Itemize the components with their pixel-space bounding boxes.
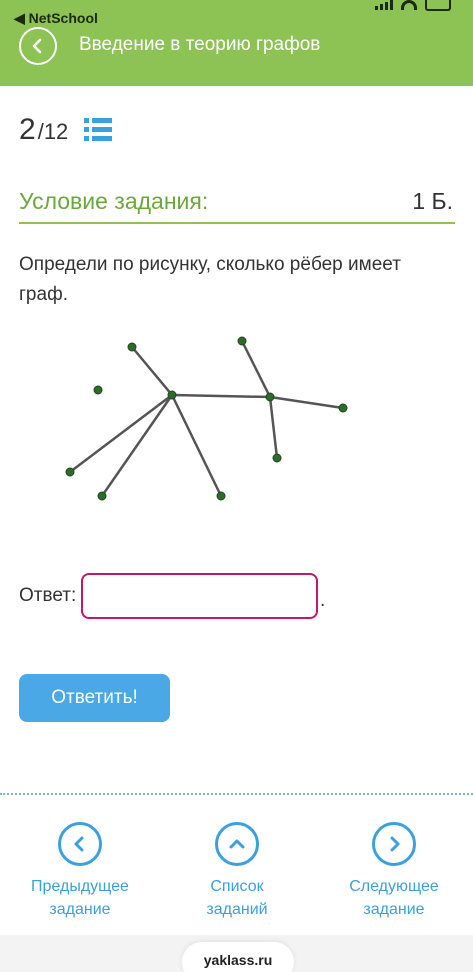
chevron-left-icon bbox=[74, 836, 84, 852]
graph-figure bbox=[65, 336, 348, 501]
task-list-button[interactable]: Список заданий bbox=[162, 822, 312, 921]
page-title: Введение в теорию графов bbox=[79, 34, 321, 55]
graph-edge bbox=[170, 393, 223, 498]
site-address[interactable]: yaklass.ru bbox=[182, 942, 294, 972]
list-label-line2: заданий bbox=[206, 901, 268, 918]
answer-trailing-dot: . bbox=[320, 590, 326, 611]
list-label: Список заданий bbox=[162, 875, 312, 921]
status-icons bbox=[375, 0, 451, 12]
task-points: 1 Б. bbox=[412, 188, 453, 214]
graph-vertex bbox=[93, 385, 103, 395]
back-to-app-link[interactable]: ◀ NetSchool bbox=[14, 10, 98, 27]
graph-vertex bbox=[265, 392, 275, 402]
next-label-line1: Следующее bbox=[349, 878, 439, 895]
answer-input[interactable] bbox=[81, 573, 318, 619]
graph-edge bbox=[240, 339, 272, 399]
prev-task-button[interactable]: Предыдущее задание bbox=[5, 822, 155, 921]
answer-label: Ответ: bbox=[19, 585, 77, 606]
next-label: Следующее задание bbox=[319, 875, 469, 921]
graph-vertex bbox=[65, 467, 75, 477]
task-header: Условие задания: 1 Б. bbox=[19, 182, 455, 224]
header-back-button[interactable] bbox=[19, 27, 57, 65]
next-task-button[interactable]: Следующее задание bbox=[319, 822, 469, 921]
graph-vertex bbox=[338, 403, 348, 413]
wifi-icon bbox=[401, 0, 417, 10]
app-header: Введение в теорию графов bbox=[0, 26, 473, 86]
graph-vertex bbox=[237, 336, 247, 346]
list-icon[interactable] bbox=[84, 117, 112, 143]
progress-current: 2 bbox=[19, 113, 36, 146]
task-heading: Условие задания: bbox=[19, 188, 209, 214]
chevron-up-icon bbox=[229, 839, 245, 849]
status-bar: ◀ NetSchool bbox=[0, 0, 473, 26]
next-circle bbox=[372, 822, 416, 866]
graph-edge bbox=[68, 393, 174, 474]
graph-vertex bbox=[167, 390, 177, 400]
submit-button[interactable]: Ответить! bbox=[19, 674, 170, 722]
next-label-line2: задание bbox=[363, 901, 425, 918]
task-question: Определи по рисунку, сколько рёбер имеет… bbox=[19, 254, 401, 305]
prev-label: Предыдущее задание bbox=[5, 875, 155, 921]
chevron-left-icon bbox=[32, 38, 42, 54]
graph-vertex bbox=[216, 491, 226, 501]
list-label-line1: Список bbox=[210, 878, 264, 895]
prev-label-line1: Предыдущее bbox=[31, 878, 129, 895]
graph-edge bbox=[268, 395, 345, 410]
graph-edge bbox=[130, 345, 174, 397]
prev-circle bbox=[58, 822, 102, 866]
task-progress: 2 / 12 bbox=[19, 113, 68, 147]
chevron-right-icon bbox=[390, 836, 400, 852]
progress-total: 12 bbox=[43, 119, 69, 144]
graph-vertex bbox=[127, 342, 137, 352]
graph-edge bbox=[268, 395, 279, 460]
graph-vertex bbox=[97, 491, 107, 501]
signal-icon bbox=[375, 0, 393, 10]
graph-edge bbox=[100, 393, 174, 498]
list-circle bbox=[215, 822, 259, 866]
graph-edge bbox=[170, 393, 272, 399]
battery-icon bbox=[425, 0, 451, 11]
prev-label-line2: задание bbox=[49, 901, 111, 918]
graph-vertex bbox=[272, 453, 282, 463]
divider bbox=[0, 793, 473, 795]
